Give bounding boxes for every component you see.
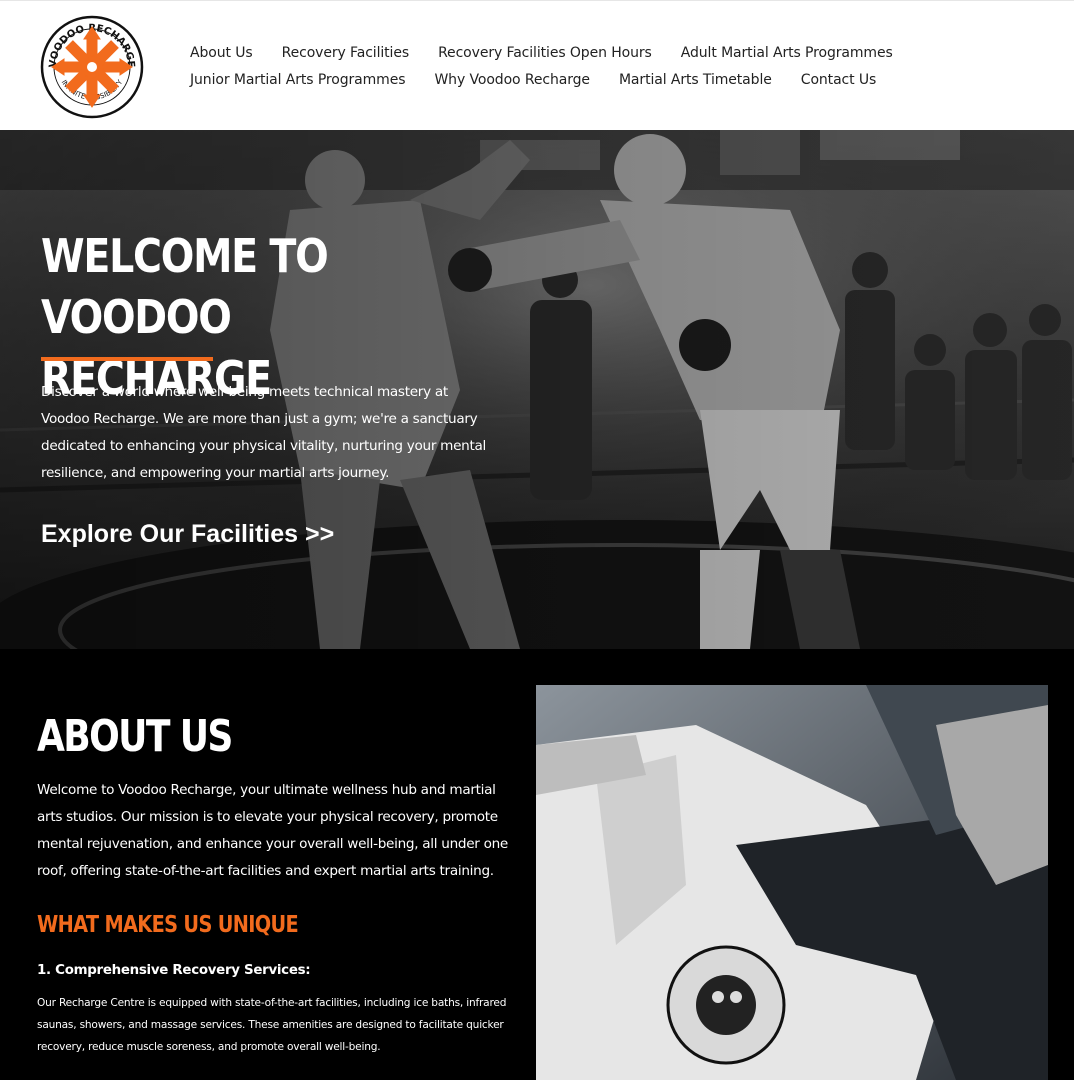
nav-recovery-open-hours[interactable]: Recovery Facilities Open Hours — [438, 45, 652, 61]
point-1-title: 1. Comprehensive Recovery Services: — [37, 963, 311, 978]
nav-recovery-facilities[interactable]: Recovery Facilities — [282, 45, 410, 61]
about-title: About Us — [37, 711, 233, 762]
about-bjj-photo — [536, 685, 1048, 1080]
voodoo-recharge-logo[interactable]: VOODOO RECHARGE INFINITE POSSIBILITY — [40, 15, 144, 119]
hero-accent-divider — [41, 357, 213, 361]
main-navigation: About Us Recovery Facilities Recovery Fa… — [190, 39, 893, 93]
hero-description: Discover a world where well-being meets … — [41, 384, 487, 481]
nav-contact-us[interactable]: Contact Us — [801, 72, 877, 88]
about-description: Welcome to Voodoo Recharge, your ultimat… — [37, 782, 508, 879]
point-1-text: Our Recharge Centre is equipped with sta… — [37, 997, 507, 1053]
explore-facilities-link[interactable]: Explore Our Facilities >> — [41, 520, 334, 549]
nav-why-voodoo[interactable]: Why Voodoo Recharge — [434, 72, 590, 88]
nav-row-2: Junior Martial Arts Programmes Why Voodo… — [190, 66, 890, 93]
nav-junior-martial-arts[interactable]: Junior Martial Arts Programmes — [190, 72, 406, 88]
nav-row-1: About Us Recovery Facilities Recovery Fa… — [190, 39, 893, 66]
nav-timetable[interactable]: Martial Arts Timetable — [619, 72, 772, 88]
hero-section: Welcome to Voodoo Recharge Discover a wo… — [0, 130, 1074, 649]
nav-about-us[interactable]: About Us — [190, 45, 253, 61]
nav-adult-martial-arts[interactable]: Adult Martial Arts Programmes — [681, 45, 893, 61]
unique-heading: What Makes Us Unique — [37, 912, 299, 938]
site-header: VOODOO RECHARGE INFINITE POSSIBILITY Abo… — [0, 0, 1074, 130]
about-section: About Us Welcome to Voodoo Recharge, you… — [0, 649, 1074, 1080]
hero-title-line1: Welcome to Voodoo — [41, 229, 329, 344]
